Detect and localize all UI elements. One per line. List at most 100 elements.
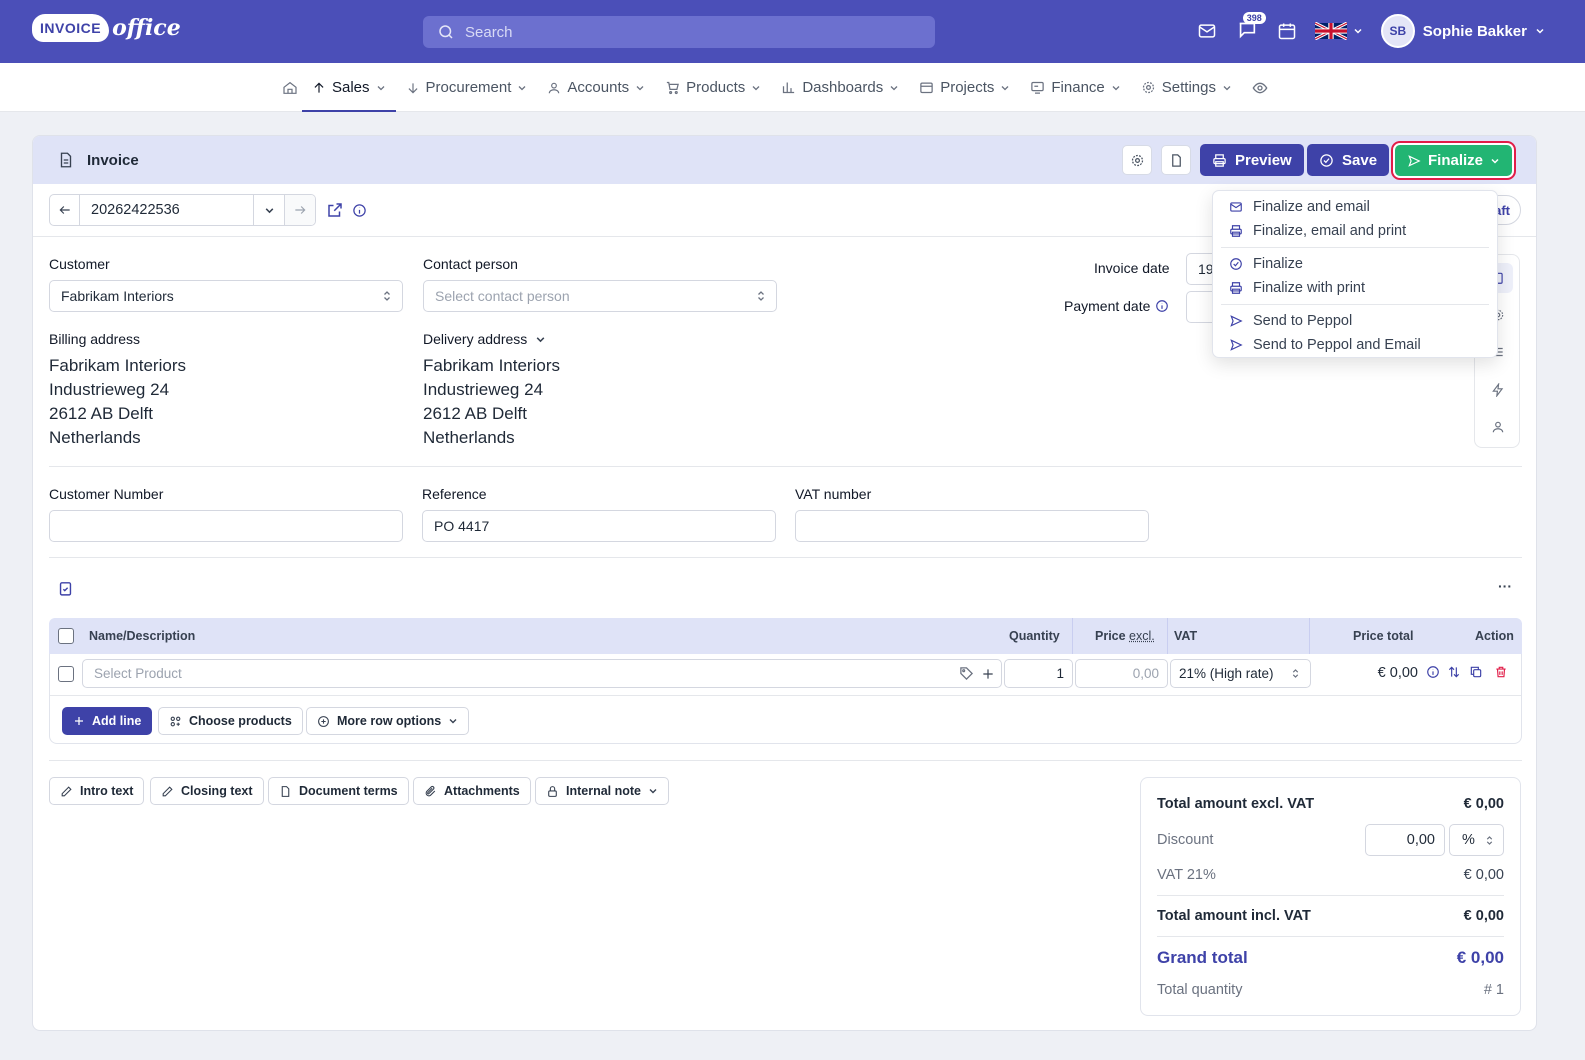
user-icon[interactable] — [1491, 420, 1505, 434]
pdf-button[interactable] — [1161, 145, 1191, 175]
col-name: Name/Description — [89, 629, 196, 643]
document-icon — [1171, 153, 1181, 167]
search-bar[interactable]: Search — [423, 16, 935, 48]
notifications[interactable]: 398 — [1235, 11, 1266, 45]
total-excl-value: € 0,00 — [1463, 796, 1504, 812]
delivery-address: Fabrikam Interiors Industrieweg 24 2612 … — [423, 354, 560, 450]
nav-label: Procurement — [425, 79, 512, 96]
tag-icon[interactable] — [959, 666, 974, 681]
quantity-input[interactable]: 1 — [1004, 659, 1073, 688]
nav-home[interactable] — [272, 63, 302, 112]
product-select[interactable]: Select Product — [82, 659, 1002, 688]
home-icon — [283, 81, 297, 94]
invoice-number-row: 20262422536 — [49, 194, 367, 226]
clipboard-check-icon[interactable] — [57, 580, 74, 597]
reorder-icon[interactable] — [1447, 665, 1461, 679]
trash-icon[interactable] — [1494, 665, 1508, 679]
app-logo[interactable]: INVOICE office — [32, 14, 181, 42]
row-checkbox[interactable] — [58, 666, 74, 682]
calendar-icon[interactable] — [1277, 21, 1297, 41]
save-label: Save — [1342, 151, 1378, 169]
nav-settings[interactable]: Settings — [1131, 63, 1242, 112]
main-nav: Sales Procurement Accounts Products Dash… — [0, 63, 1585, 112]
nav-projects[interactable]: Projects — [909, 63, 1020, 112]
closing-text-label: Closing text — [181, 784, 253, 798]
reference-input[interactable]: PO 4417 — [422, 510, 776, 542]
delivery-address-toggle[interactable]: Delivery address — [423, 331, 546, 347]
billing-address-label: Billing address — [49, 331, 141, 347]
previous-invoice-button[interactable] — [50, 195, 80, 225]
vat-label: VAT 21% — [1157, 867, 1216, 883]
next-invoice-button[interactable] — [285, 195, 315, 225]
col-divider — [1167, 618, 1168, 654]
payment-date-label-group: Payment date — [1064, 298, 1169, 314]
nav-dashboards[interactable]: Dashboards — [771, 63, 909, 112]
contact-select[interactable]: Select contact person — [423, 280, 777, 312]
top-bar: INVOICE office Search 398 SB Sophie Bakk… — [0, 0, 1585, 63]
address-line: Netherlands — [49, 428, 141, 447]
customer-number-input[interactable] — [49, 510, 403, 542]
nav-label: Sales — [332, 79, 370, 96]
col-quantity: Quantity — [1009, 629, 1060, 643]
arrow-up-icon — [314, 82, 324, 93]
settings-button[interactable] — [1122, 145, 1152, 175]
select-arrows-icon — [1292, 669, 1299, 678]
delivery-address-label: Delivery address — [423, 331, 528, 347]
customer-value: Fabrikam Interiors — [61, 288, 174, 304]
more-row-options-button[interactable]: More row options — [306, 707, 470, 735]
menu-send-to-peppol[interactable]: Send to Peppol — [1221, 309, 1489, 333]
lightning-icon[interactable] — [1491, 383, 1505, 397]
save-button[interactable]: Save — [1307, 144, 1390, 176]
internal-note-button[interactable]: Internal note — [535, 777, 670, 805]
chevron-down-icon — [536, 336, 545, 342]
user-menu[interactable]: SB Sophie Bakker — [1380, 14, 1545, 48]
menu-send-to-peppol-email[interactable]: Send to Peppol and Email — [1221, 333, 1489, 357]
nav-sales[interactable]: Sales — [302, 63, 396, 112]
closing-text-button[interactable]: Closing text — [150, 777, 264, 805]
vat-number-label: VAT number — [795, 486, 872, 502]
attachments-button[interactable]: Attachments — [413, 777, 531, 805]
discount-input[interactable]: 0,00 — [1365, 824, 1445, 856]
discount-unit-select[interactable]: % — [1449, 824, 1504, 856]
attachments-label: Attachments — [444, 784, 520, 798]
select-all-checkbox[interactable] — [58, 628, 74, 644]
address-line: Netherlands — [423, 428, 515, 447]
nav-procurement[interactable]: Procurement — [396, 63, 538, 112]
preview-button[interactable]: Preview — [1200, 144, 1304, 176]
info-icon[interactable] — [1155, 299, 1169, 313]
finalize-button[interactable]: Finalize — [1395, 145, 1512, 176]
nav-view[interactable] — [1242, 63, 1278, 112]
plus-icon[interactable] — [981, 667, 995, 681]
col-divider — [1309, 618, 1310, 654]
nav-accounts[interactable]: Accounts — [537, 63, 655, 112]
mail-icon[interactable] — [1197, 21, 1217, 41]
document-terms-button[interactable]: Document terms — [268, 777, 409, 805]
copy-icon[interactable] — [1469, 665, 1483, 679]
info-icon[interactable] — [1426, 665, 1440, 679]
grand-total-label: Grand total — [1157, 948, 1248, 967]
info-icon[interactable] — [352, 203, 367, 218]
more-menu-button[interactable]: ··· — [1498, 578, 1512, 594]
chevron-down-icon — [890, 85, 898, 90]
bar-chart-icon — [783, 82, 795, 94]
col-price-excl[interactable]: excl. — [1129, 629, 1155, 643]
menu-finalize-and-email[interactable]: Finalize and email — [1221, 195, 1489, 219]
vat-number-input[interactable] — [795, 510, 1149, 542]
arrow-right-icon — [295, 206, 306, 214]
vat-select[interactable]: 21% (High rate) — [1170, 659, 1311, 688]
nav-products[interactable]: Products — [655, 63, 771, 112]
printer-icon — [1213, 153, 1226, 167]
choose-products-button[interactable]: Choose products — [158, 707, 303, 735]
price-input[interactable]: 0,00 — [1075, 659, 1168, 688]
menu-finalize-email-print[interactable]: Finalize, email and print — [1221, 219, 1489, 243]
add-line-button[interactable]: Add line — [62, 707, 153, 735]
customer-select[interactable]: Fabrikam Interiors — [49, 280, 403, 312]
menu-finalize[interactable]: Finalize — [1221, 252, 1489, 276]
intro-text-button[interactable]: Intro text — [49, 777, 145, 805]
nav-finance[interactable]: Finance — [1020, 63, 1130, 112]
invoice-number-dropdown[interactable] — [254, 195, 285, 225]
language-selector[interactable] — [1314, 22, 1363, 40]
invoice-number[interactable]: 20262422536 — [80, 195, 254, 225]
menu-finalize-with-print[interactable]: Finalize with print — [1221, 276, 1489, 300]
external-link-icon[interactable] — [326, 201, 344, 219]
